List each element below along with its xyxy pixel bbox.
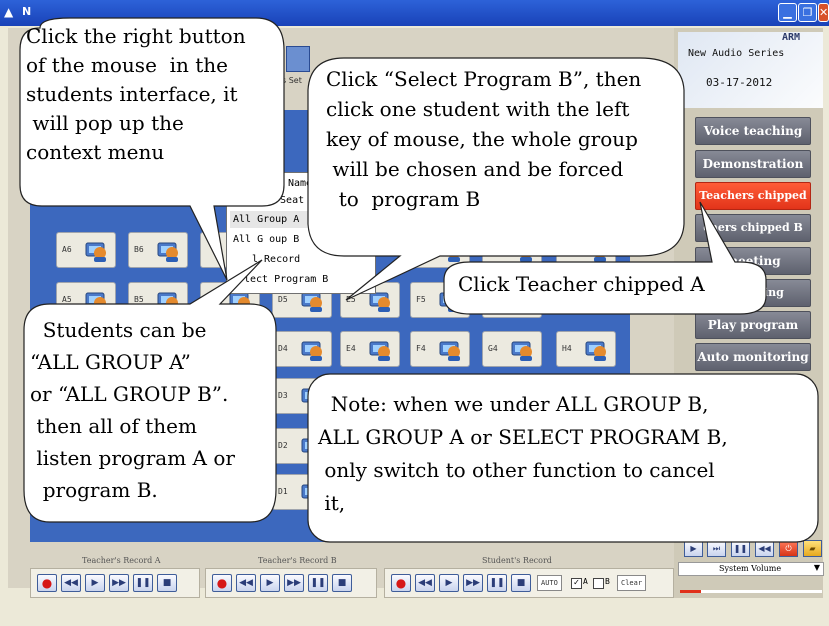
callout-teacher-chipped-a-text: Click Teacher chipped A [458, 272, 705, 296]
callout-right-click-text: Click the right button of the mouse in t… [26, 24, 246, 164]
callout-select-program-b-text: Click “Select Program B”, then click one… [326, 67, 642, 211]
callout-groups-text: Students can be “ALL GROUP A” or “ALL GR… [30, 318, 235, 502]
callout-note-text: Note: when we under ALL GROUP B, ALL GRO… [318, 392, 728, 515]
